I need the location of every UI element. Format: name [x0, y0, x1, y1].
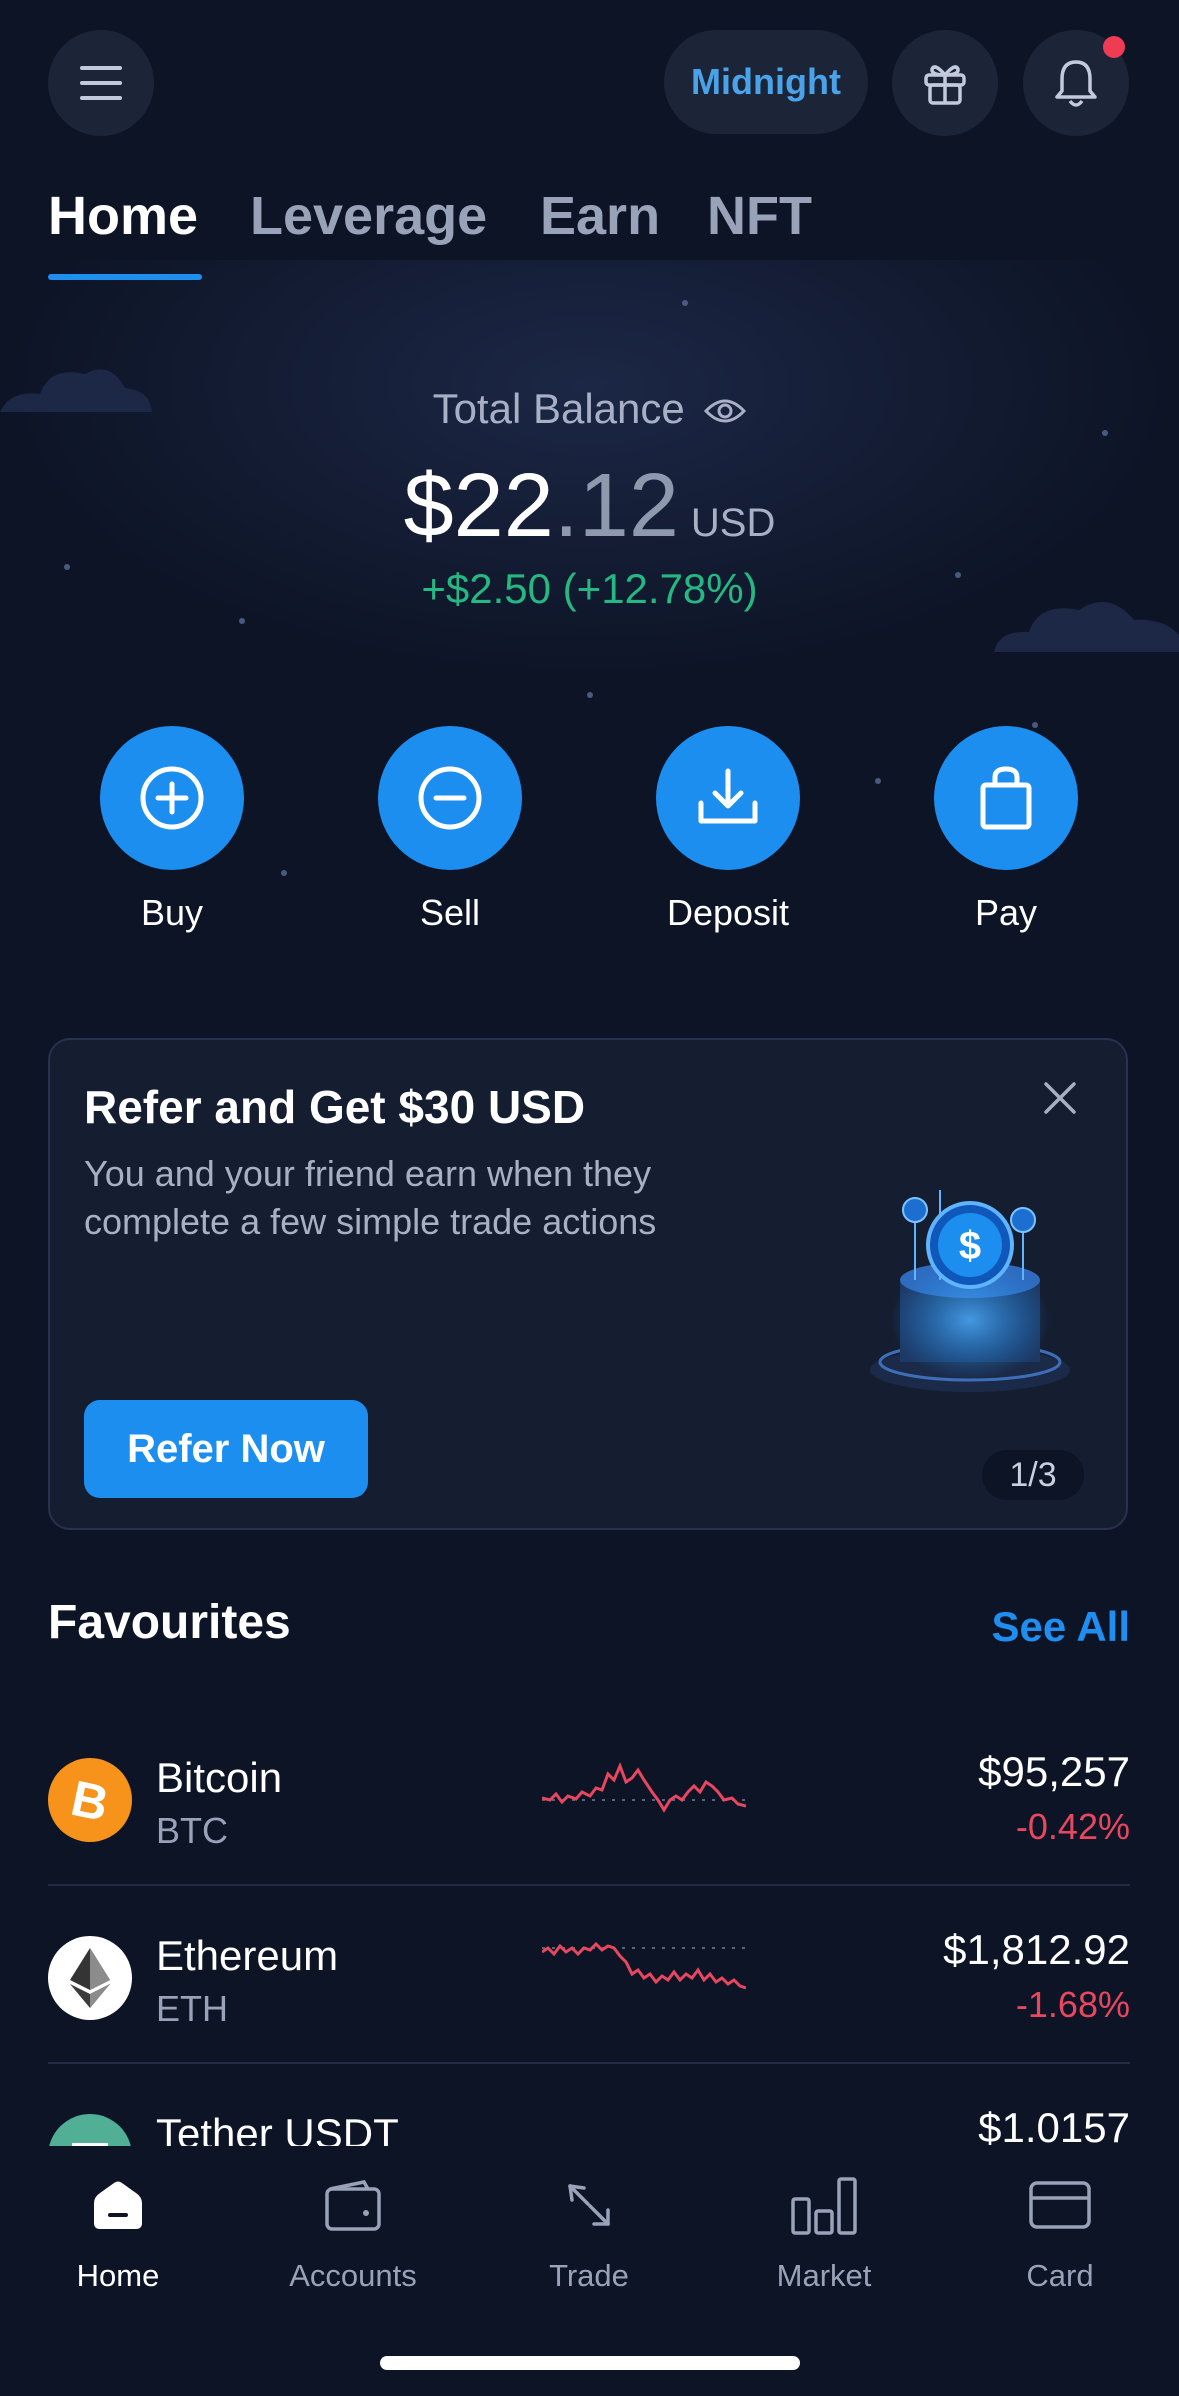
nav-home-label: Home: [76, 2258, 160, 2293]
coin-pedestal-illustration: $: [870, 1190, 1070, 1392]
referral-title: Refer and Get $30 USD: [84, 1081, 586, 1133]
minus-circle-icon: [418, 766, 482, 830]
svg-text:$: $: [959, 1224, 981, 1268]
wallet-icon: [325, 2180, 381, 2231]
trade-arrows-icon: [568, 2184, 610, 2226]
total-balance-heading: Total Balance: [0, 385, 1179, 433]
list-item-bitcoin[interactable]: B Bitcoin BTC $95,257 -0.42%: [48, 1718, 1130, 1894]
notification-badge: [1103, 36, 1125, 58]
coin-name: Bitcoin: [156, 1754, 283, 1801]
total-balance-label: Total Balance: [432, 385, 685, 432]
close-icon[interactable]: [1038, 1076, 1082, 1120]
menu-icon: [80, 66, 122, 100]
nav-trade-label: Trade: [549, 2258, 629, 2293]
carousel-pager: 1/3: [982, 1450, 1084, 1500]
eye-icon[interactable]: [704, 396, 747, 426]
coin-price: $1,812.92: [943, 1926, 1130, 1973]
sell-label: Sell: [419, 892, 481, 933]
nav-trade[interactable]: Trade: [489, 2170, 689, 2294]
plus-circle-icon: [140, 766, 204, 830]
coin-name: Ethereum: [156, 1932, 339, 1979]
balance-currency: USD: [690, 501, 776, 545]
gift-button[interactable]: [892, 30, 998, 136]
tab-nft[interactable]: NFT: [707, 185, 812, 247]
buy-button[interactable]: Buy: [72, 726, 272, 934]
nav-market-label: Market: [776, 2258, 872, 2293]
referral-description: You and your friend earn when they compl…: [84, 1153, 657, 1242]
tab-earn[interactable]: Earn: [540, 185, 660, 247]
theme-toggle-button[interactable]: Midnight: [664, 30, 868, 134]
referral-card: Refer and Get $30 USD You and your frien…: [48, 1038, 1128, 1530]
row-divider: [48, 1884, 1130, 1886]
nav-card[interactable]: Card: [960, 2170, 1160, 2294]
shopping-bag-icon: [980, 766, 1032, 830]
active-tab-indicator: [48, 274, 202, 280]
tab-home[interactable]: Home: [48, 185, 198, 247]
coin-symbol: BTC: [156, 1810, 228, 1851]
balance-change: +$2.50 (+12.78%): [421, 565, 758, 612]
total-balance-value: $22.12 USD: [0, 455, 1179, 558]
sell-button[interactable]: Sell: [350, 726, 550, 934]
tab-leverage[interactable]: Leverage: [250, 185, 487, 247]
nav-accounts-label: Accounts: [289, 2258, 417, 2293]
balance-integer: $22: [403, 456, 554, 556]
price-sparkline: [542, 1941, 746, 1990]
bitcoin-logo-icon: B: [48, 1758, 132, 1842]
nav-home[interactable]: Home: [18, 2170, 218, 2294]
deposit-label: Deposit: [666, 892, 790, 933]
ethereum-logo-icon: [48, 1936, 132, 2020]
home-indicator: [380, 2356, 800, 2370]
nav-market[interactable]: Market: [724, 2170, 924, 2294]
gift-icon: [924, 65, 966, 105]
see-all-link[interactable]: See All: [991, 1603, 1130, 1651]
credit-card-icon: [1029, 2181, 1091, 2229]
bell-icon: [1055, 60, 1097, 107]
menu-button[interactable]: [48, 30, 154, 136]
coin-symbol: ETH: [156, 1988, 228, 2029]
coin-price: $1.0157: [978, 2104, 1130, 2151]
pay-button[interactable]: Pay: [906, 726, 1106, 934]
favourites-title: Favourites: [48, 1596, 291, 1649]
nav-card-label: Card: [1026, 2258, 1094, 2293]
coin-price: $95,257: [978, 1748, 1130, 1795]
bar-chart-icon: [791, 2177, 857, 2235]
row-divider: [48, 2062, 1130, 2064]
coin-change: -0.42%: [1015, 1806, 1130, 1847]
nav-accounts[interactable]: Accounts: [253, 2170, 453, 2294]
svg-text:B: B: [66, 1772, 113, 1828]
deposit-button[interactable]: Deposit: [628, 726, 828, 934]
price-sparkline: [542, 1761, 746, 1813]
theme-label: Midnight: [691, 61, 841, 102]
refer-now-button[interactable]: Refer Now: [84, 1400, 368, 1498]
download-icon: [698, 768, 758, 824]
coin-change: -1.68%: [1015, 1984, 1130, 2025]
list-item-ethereum[interactable]: Ethereum ETH $1,812.92 -1.68%: [48, 1896, 1130, 2072]
pay-label: Pay: [974, 892, 1038, 933]
balance-decimal: .12: [553, 456, 679, 556]
home-icon: [94, 2181, 142, 2229]
buy-label: Buy: [140, 892, 204, 933]
